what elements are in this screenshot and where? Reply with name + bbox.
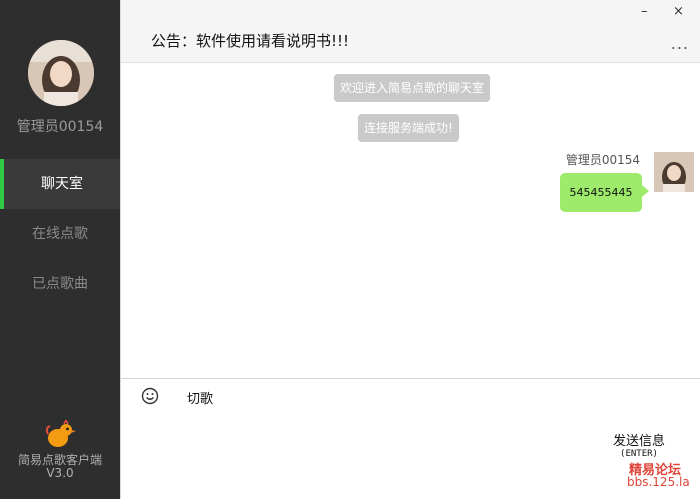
client-name: 简易点歌客户端 V3.0 <box>0 454 120 480</box>
main-panel: 公告：软件使用请看说明书!!! – × ... 欢迎进入简易点歌的聊天室 连接服… <box>120 0 700 499</box>
notice-text: 公告：软件使用请看说明书!!! <box>151 32 350 50</box>
nav-item-chatroom[interactable]: 聊天室 <box>0 159 120 209</box>
app-logo-icon <box>44 418 76 450</box>
system-message: 欢迎进入简易点歌的聊天室 <box>334 74 491 102</box>
chat-bubble-tail <box>642 185 649 197</box>
emoji-icon[interactable] <box>141 387 159 405</box>
system-message: 连接服务端成功! <box>358 114 459 142</box>
client-version: V3.0 <box>46 466 74 480</box>
message-input[interactable]: 切歌 <box>187 388 587 407</box>
close-button[interactable]: × <box>673 4 684 19</box>
input-area: 切歌 发送信息 (ENTER) 精易论坛 bbs.125.la <box>121 378 700 499</box>
minimize-button[interactable]: – <box>641 4 648 19</box>
header: 公告：软件使用请看说明书!!! – × ... <box>121 0 700 63</box>
send-button-label: 发送信息 <box>612 434 665 449</box>
sender-avatar <box>654 152 694 192</box>
nav-item-requested-songs[interactable]: 已点歌曲 <box>0 259 120 309</box>
more-options-icon[interactable]: ... <box>671 34 689 53</box>
message-sender: 管理员00154 <box>565 153 640 167</box>
send-button[interactable]: 发送信息 (ENTER) <box>611 434 667 460</box>
chat-bubble: 545455445 <box>560 173 642 212</box>
username: 管理员00154 <box>16 119 104 135</box>
user-avatar[interactable] <box>28 40 94 106</box>
nav-item-online-song[interactable]: 在线点歌 <box>0 209 120 259</box>
watermark-url: bbs.125.la <box>627 475 690 489</box>
sidebar: 管理员00154 聊天室 在线点歌 已点歌曲 简易点歌客户端 V3.0 <box>0 0 120 499</box>
send-button-hint: (ENTER) <box>620 449 658 459</box>
